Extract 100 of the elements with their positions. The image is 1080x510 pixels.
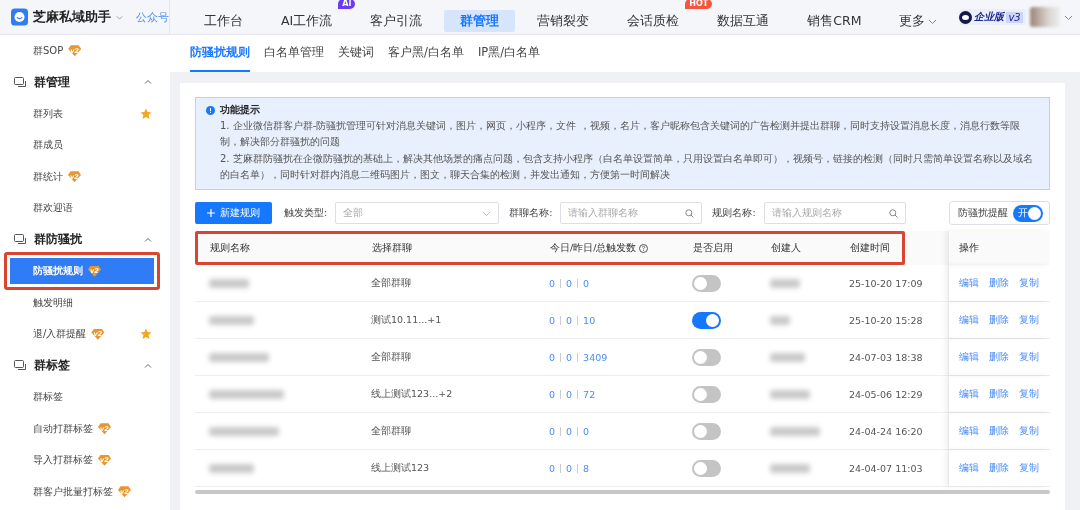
action-link[interactable]: 复制 xyxy=(1019,387,1039,401)
action-link[interactable]: 编辑 xyxy=(959,387,979,401)
search-icon xyxy=(685,208,695,218)
action-link[interactable]: 复制 xyxy=(1019,461,1039,475)
nav-tab[interactable]: 更多 xyxy=(883,10,954,32)
action-link[interactable]: 复制 xyxy=(1019,350,1039,364)
enable-switch[interactable] xyxy=(692,348,721,366)
nav-tab[interactable]: 工作台 xyxy=(188,10,259,32)
count-link[interactable]: 0 xyxy=(583,277,590,289)
collapse-caret-icon[interactable] xyxy=(144,361,152,370)
notice-text: 1. 企业微信群客户群-防骚扰管理可针对消息关键词，图片，网页，小程序，文件 ，视频，名片，客户昵称包含关键词的广告检测并提出群聊，同时支持设置消息长度，消息行数等限制，解决部分群骚扰的问题 xyxy=(219,119,1021,149)
count-link[interactable]: 0 xyxy=(549,388,556,400)
reminder-switch[interactable]: 开 xyxy=(1013,204,1043,222)
search-field[interactable]: 请输入规则名称 xyxy=(763,202,906,224)
count-link[interactable]: 72 xyxy=(583,388,596,400)
action-link[interactable]: 删除 xyxy=(989,424,1009,438)
count-link[interactable]: 0 xyxy=(549,314,556,326)
blurred-name xyxy=(209,278,249,288)
account-link[interactable]: 公众号 xyxy=(136,9,169,25)
search-field[interactable]: 请输入群聊名称 xyxy=(560,202,703,224)
star-icon[interactable] xyxy=(140,328,152,341)
column-header: 创建人 xyxy=(770,241,802,255)
action-link[interactable]: 删除 xyxy=(989,313,1009,327)
count-link[interactable]: 10 xyxy=(583,314,596,326)
nav-tab[interactable]: 群管理 xyxy=(444,10,516,32)
nav-badge: HOT xyxy=(685,0,713,9)
nav-tab[interactable]: 会话质检 xyxy=(611,10,696,32)
count-link[interactable]: 0 xyxy=(566,277,573,289)
count-link[interactable]: 0 xyxy=(566,351,573,363)
avatar[interactable] xyxy=(1029,7,1060,27)
enable-switch[interactable] xyxy=(692,422,721,440)
blurred-name xyxy=(209,352,269,362)
action-link[interactable]: 复制 xyxy=(1019,276,1039,290)
enable-switch[interactable] xyxy=(692,385,721,403)
count-link[interactable]: 8 xyxy=(583,462,590,474)
chat-group-icon xyxy=(14,234,26,246)
count-link[interactable]: 0 xyxy=(566,425,573,437)
action-link[interactable]: 复制 xyxy=(1019,313,1039,327)
sub-tab[interactable]: IP黑/白名单 xyxy=(477,35,541,72)
count-link[interactable]: 0 xyxy=(549,351,556,363)
count-link[interactable]: 0 xyxy=(549,425,556,437)
table-cell-text: 全部群聊 xyxy=(370,424,412,438)
scrollbar[interactable] xyxy=(195,490,1050,494)
table-cell-text: 25-10-20 15:28 xyxy=(848,314,924,326)
sidebar-item[interactable]: 群欢迎语 xyxy=(10,195,152,222)
notice-text: 2. 芝麻群防骚扰在企微防骚扰的基础上，解决其他场景的痛点问题，包含支持小程序（白名单设置简单，只用设置白名单即可），视频号，链接的检测（同时只需简单设置名称以及域名的白名单），同时针对群内消息二维码图片，图文，聊天合集的检测，并发出通知，方便第一时间解决 xyxy=(219,152,1034,182)
count-link[interactable]: 0 xyxy=(583,425,590,437)
action-link[interactable]: 复制 xyxy=(1019,424,1039,438)
count-link[interactable]: 0 xyxy=(566,314,573,326)
nav-tab[interactable]: 销售CRM xyxy=(791,10,878,32)
enable-switch[interactable] xyxy=(692,274,721,292)
nav-badge: AI xyxy=(338,0,356,9)
plus-icon xyxy=(207,209,215,217)
action-link[interactable]: 删除 xyxy=(989,276,1009,290)
nav-tab[interactable]: AI工作流 xyxy=(265,10,349,32)
nav-tab[interactable]: 数据互通 xyxy=(701,10,786,32)
sub-tab[interactable]: 客户黑/白名单 xyxy=(388,35,464,72)
help-icon xyxy=(639,243,649,253)
sub-tab[interactable]: 关键词 xyxy=(338,35,374,72)
select-field[interactable]: 全部 xyxy=(335,202,500,224)
blurred-name xyxy=(209,426,279,436)
collapse-caret-icon[interactable] xyxy=(144,78,152,87)
enable-switch[interactable] xyxy=(692,459,721,477)
section-title: 群防骚扰 xyxy=(34,231,83,249)
action-link[interactable]: 编辑 xyxy=(959,276,979,290)
action-link[interactable]: 编辑 xyxy=(959,461,979,475)
new-rule-button[interactable]: 新建规则 xyxy=(195,202,272,224)
sidebar-item[interactable]: 触发明细 xyxy=(10,289,152,316)
action-link[interactable]: 编辑 xyxy=(959,424,979,438)
sidebar-item[interactable]: 群列表 xyxy=(10,100,152,127)
sub-tab[interactable]: 防骚扰规则 xyxy=(190,35,250,72)
filter-label: 规则名称: xyxy=(712,206,756,220)
blurred-name xyxy=(770,463,810,473)
sidebar-item[interactable]: 群成员 xyxy=(10,132,152,159)
nav-tab[interactable]: 客户引流 xyxy=(354,10,439,32)
action-link[interactable]: 删除 xyxy=(989,461,1009,475)
action-link[interactable]: 编辑 xyxy=(959,313,979,327)
table-cell-text: 24-04-24 16:20 xyxy=(848,425,924,437)
table-cell-text: 24-07-03 18:38 xyxy=(848,351,924,363)
table-cell-text: 测试10.11...+1 xyxy=(370,313,443,327)
sub-tab[interactable]: 白名单管理 xyxy=(264,35,324,72)
edition-label: 企业版 xyxy=(974,10,1005,24)
blurred-name xyxy=(770,389,810,399)
action-link[interactable]: 删除 xyxy=(989,387,1009,401)
notice-title: 功能提示 xyxy=(220,104,260,117)
action-link[interactable]: 删除 xyxy=(989,350,1009,364)
action-link[interactable]: 编辑 xyxy=(959,350,979,364)
info-icon xyxy=(206,106,215,115)
count-link[interactable]: 3409 xyxy=(583,351,608,363)
collapse-caret-icon[interactable] xyxy=(144,235,152,244)
count-link[interactable]: 0 xyxy=(566,462,573,474)
count-link[interactable]: 0 xyxy=(566,388,573,400)
table-cell-text: 线上测试123...+2 xyxy=(370,387,454,401)
count-link[interactable]: 0 xyxy=(549,277,556,289)
sidebar-item[interactable]: 群标签 xyxy=(10,384,152,411)
count-link[interactable]: 0 xyxy=(549,462,556,474)
table-cell-text: 24-04-07 11:03 xyxy=(848,462,924,474)
star-icon[interactable] xyxy=(140,107,152,120)
enable-switch[interactable] xyxy=(692,311,721,329)
nav-tab[interactable]: 营销裂变 xyxy=(521,10,606,32)
